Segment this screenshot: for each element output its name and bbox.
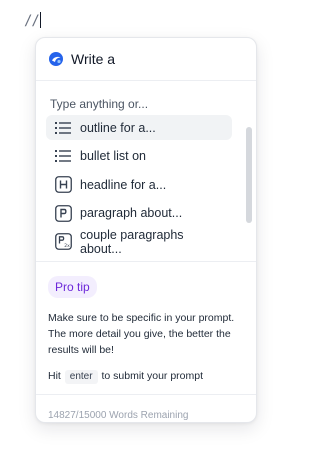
suggestion-couple-paragraphs[interactable]: 2x couple paragraphs about...	[46, 227, 232, 256]
pro-tip-text: Make sure to be specific in your prompt.…	[48, 312, 235, 356]
suggestion-label: paragraph about...	[80, 206, 183, 220]
ai-write-popover: Write a Type anything or... outline for …	[35, 37, 257, 423]
editor-line[interactable]: //	[24, 12, 41, 29]
list-icon	[54, 147, 72, 165]
list-icon	[54, 119, 72, 137]
suggestion-headline[interactable]: headline for a...	[46, 172, 232, 197]
text-caret	[39, 12, 41, 28]
suggestion-label: outline for a...	[80, 120, 156, 135]
svg-text:2x: 2x	[64, 243, 70, 249]
suggestion-outline[interactable]: outline for a...	[46, 115, 232, 140]
enter-key-badge: enter	[64, 370, 98, 384]
suggestion-paragraph[interactable]: paragraph about...	[46, 201, 232, 226]
words-remaining: 14827/15000 Words Remaining	[48, 410, 189, 421]
suggestion-list: Type anything or... outline for a... bul…	[36, 81, 256, 262]
h-letter-icon	[54, 176, 72, 194]
popover-title: Write a	[71, 51, 116, 67]
suggestion-bullet-list[interactable]: bullet list on	[46, 144, 232, 169]
p-letter-icon	[54, 204, 72, 222]
pro-tip-badge: Pro tip	[48, 276, 97, 298]
typed-text: //	[24, 13, 40, 29]
section-label: Type anything or...	[50, 97, 149, 111]
popover-header: Write a	[36, 38, 256, 81]
hint-suffix: to submit your prompt	[101, 370, 204, 382]
suggestion-label: couple paragraphs about...	[80, 227, 184, 256]
hint-prefix: Hit	[48, 370, 61, 382]
suggestion-label: headline for a...	[80, 177, 167, 192]
pro-tip-section: Pro tip Make sure to be specific in your…	[36, 262, 256, 395]
submit-hint: Hit enter to submit your prompt	[48, 370, 244, 384]
p2x-letter-icon: 2x	[54, 233, 72, 251]
logo-icon	[49, 52, 63, 66]
suggestion-label: bullet list on	[80, 149, 147, 163]
scrollbar-thumb[interactable]	[246, 127, 252, 223]
